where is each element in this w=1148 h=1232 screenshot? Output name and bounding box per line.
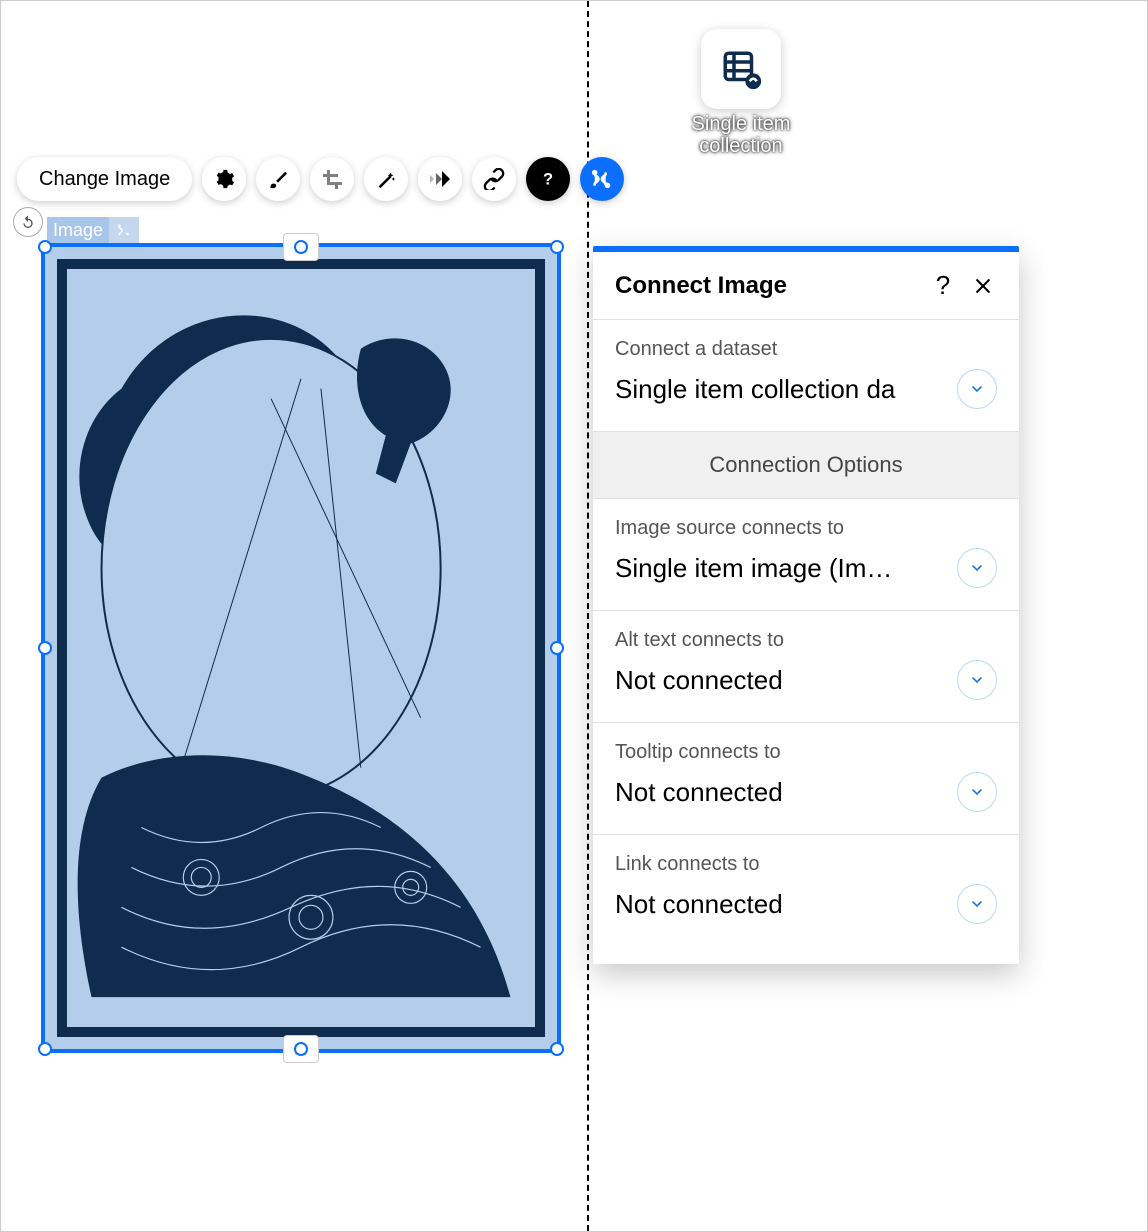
element-label-text: Image	[53, 220, 103, 241]
dataset-dropdown[interactable]: Single item collection da	[615, 369, 997, 409]
connection-options-heading: Connection Options	[593, 432, 1019, 499]
link-button[interactable]	[472, 157, 516, 201]
tooltip-dropdown[interactable]: Not connected	[615, 772, 997, 812]
selected-image-element[interactable]	[41, 243, 561, 1053]
filters-button[interactable]	[364, 157, 408, 201]
svg-text:?: ?	[543, 171, 553, 189]
resize-handle[interactable]	[550, 1042, 564, 1056]
animation-icon	[428, 167, 452, 191]
question-icon: ?	[537, 168, 559, 190]
image-preview	[57, 259, 545, 1037]
alt-dropdown[interactable]: Not connected	[615, 660, 997, 700]
link-label: Link connects to	[615, 853, 997, 876]
change-image-button[interactable]: Change Image	[17, 157, 192, 201]
gear-icon	[213, 168, 235, 190]
settings-button[interactable]	[202, 157, 246, 201]
resize-handle[interactable]	[550, 641, 564, 655]
animation-button[interactable]	[418, 157, 462, 201]
brush-icon	[267, 168, 289, 190]
single-item-collection-button[interactable]	[701, 29, 781, 109]
image-toolbar: Change Image ?	[17, 157, 624, 201]
source-value: Single item image (Im…	[615, 553, 957, 584]
element-connect-icon	[109, 217, 139, 243]
tooltip-value: Not connected	[615, 777, 957, 808]
chevron-down-icon	[957, 772, 997, 812]
table-icon	[720, 48, 762, 90]
dataset-value: Single item collection da	[615, 374, 957, 405]
reset-button[interactable]	[13, 207, 43, 237]
alt-value: Not connected	[615, 665, 957, 696]
resize-handle[interactable]	[294, 240, 308, 254]
chevron-down-icon	[957, 884, 997, 924]
panel-help-button[interactable]: ?	[929, 270, 957, 301]
chevron-down-icon	[957, 660, 997, 700]
alt-label: Alt text connects to	[615, 629, 997, 652]
link-dropdown[interactable]: Not connected	[615, 884, 997, 924]
connect-data-button[interactable]	[580, 157, 624, 201]
single-item-collection-label: Single item collection	[661, 113, 821, 157]
connect-image-panel: Connect Image ? Connect a dataset Single…	[593, 246, 1019, 964]
dataset-label: Connect a dataset	[615, 338, 997, 361]
resize-handle[interactable]	[38, 240, 52, 254]
undo-icon	[20, 214, 36, 230]
source-label: Image source connects to	[615, 517, 997, 540]
panel-close-button[interactable]	[969, 276, 997, 296]
chevron-down-icon	[957, 369, 997, 409]
tooltip-label: Tooltip connects to	[615, 741, 997, 764]
crop-icon	[320, 167, 344, 191]
connect-icon	[591, 168, 613, 190]
magic-icon	[375, 168, 397, 190]
element-label-chip[interactable]: Image	[47, 217, 139, 243]
help-button[interactable]: ?	[526, 157, 570, 201]
resize-handle[interactable]	[38, 641, 52, 655]
source-dropdown[interactable]: Single item image (Im…	[615, 548, 997, 588]
crop-button[interactable]	[310, 157, 354, 201]
close-icon	[973, 276, 993, 296]
panel-title: Connect Image	[615, 272, 917, 300]
chevron-down-icon	[957, 548, 997, 588]
resize-handle[interactable]	[550, 240, 564, 254]
design-button[interactable]	[256, 157, 300, 201]
link-value: Not connected	[615, 889, 957, 920]
resize-handle[interactable]	[38, 1042, 52, 1056]
link-icon	[483, 168, 505, 190]
resize-handle[interactable]	[294, 1042, 308, 1056]
